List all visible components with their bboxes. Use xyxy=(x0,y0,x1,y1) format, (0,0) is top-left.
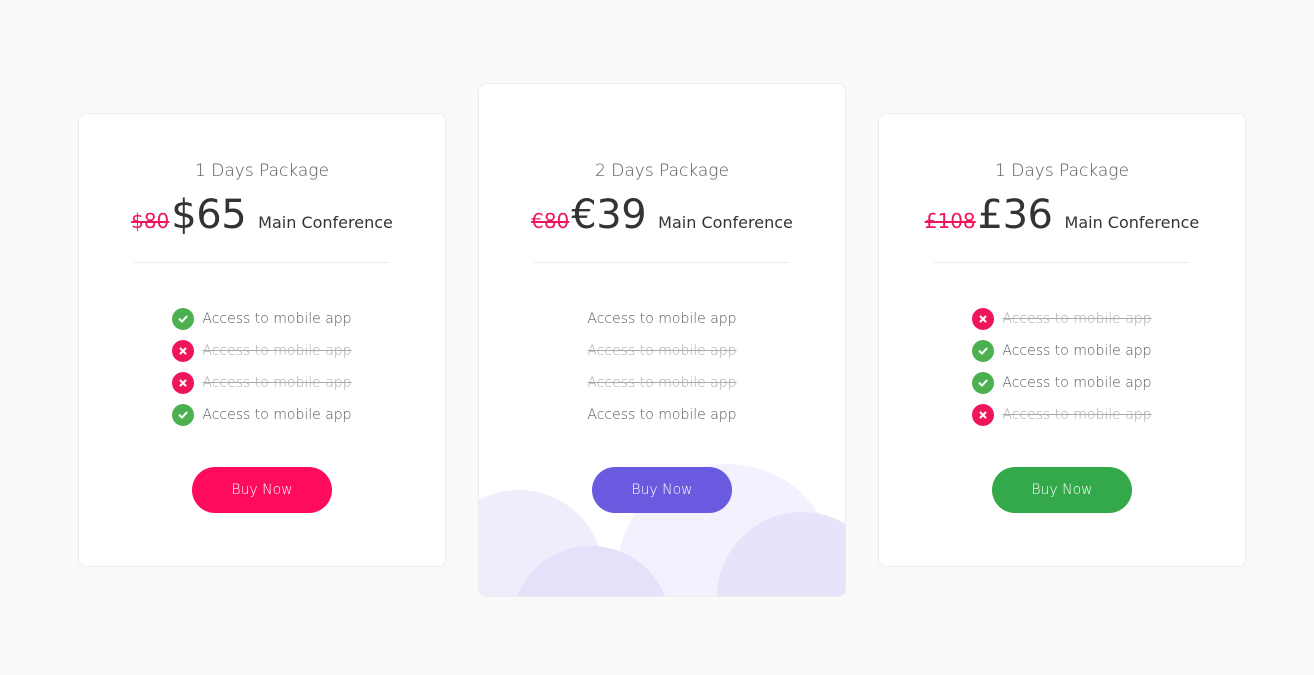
old-price: £108 xyxy=(924,209,976,233)
cross-icon xyxy=(172,372,195,394)
feature-item: Access to mobile app xyxy=(879,303,1245,335)
pricing-card-content: 1 Days Package £108 £36 Main Conference … xyxy=(879,114,1245,513)
feature-item: Access to mobile app xyxy=(79,335,445,367)
check-icon xyxy=(172,308,195,330)
feature-text: Access to mobile app xyxy=(1002,407,1152,423)
current-price: €39 xyxy=(571,192,647,238)
feature-text: Access to mobile app xyxy=(1002,311,1152,327)
price-label: Main Conference xyxy=(258,213,393,232)
divider xyxy=(934,262,1190,263)
feature-item: Access to mobile app xyxy=(79,367,445,399)
feature-text: Access to mobile app xyxy=(1002,343,1152,359)
feature-list: Access to mobile app Access to mobile ap… xyxy=(79,303,445,431)
feature-list: Access to mobile app Access to mobile ap… xyxy=(879,303,1245,431)
feature-item: Access to mobile app xyxy=(479,303,845,335)
package-title: 1 Days Package xyxy=(195,161,329,181)
feature-item: Access to mobile app xyxy=(879,367,1245,399)
feature-text: Access to mobile app xyxy=(587,311,737,327)
pricing-card-content: 1 Days Package $80 $65 Main Conference A… xyxy=(79,114,445,513)
buy-now-button[interactable]: Buy Now xyxy=(992,467,1132,513)
buy-now-button[interactable]: Buy Now xyxy=(592,467,732,513)
feature-item: Access to mobile app xyxy=(479,335,845,367)
old-price: $80 xyxy=(131,209,170,233)
feature-item: Access to mobile app xyxy=(879,335,1245,367)
current-price: $65 xyxy=(171,192,247,238)
price-row: £108 £36 Main Conference xyxy=(879,192,1245,240)
check-icon xyxy=(172,404,195,426)
feature-text: Access to mobile app xyxy=(202,407,352,423)
feature-text: Access to mobile app xyxy=(1002,375,1152,391)
price-label: Main Conference xyxy=(1064,213,1200,232)
divider xyxy=(534,262,790,263)
cross-icon xyxy=(172,340,195,362)
price-label: Main Conference xyxy=(658,213,793,232)
divider xyxy=(134,262,390,263)
feature-text: Access to mobile app xyxy=(202,375,352,391)
cross-icon xyxy=(972,404,995,426)
package-title: 1 Days Package xyxy=(995,161,1129,181)
feature-item: Access to mobile app xyxy=(79,303,445,335)
pricing-card-3: 1 Days Package £108 £36 Main Conference … xyxy=(878,113,1246,567)
check-icon xyxy=(972,340,995,362)
old-price: €80 xyxy=(531,209,570,233)
check-icon xyxy=(972,372,995,394)
feature-item: Access to mobile app xyxy=(79,399,445,431)
cross-icon xyxy=(972,308,995,330)
buy-now-button[interactable]: Buy Now xyxy=(192,467,332,513)
pricing-card-2: 2 Days Package €80 €39 Main Conference A… xyxy=(478,83,846,597)
price-row: €80 €39 Main Conference xyxy=(479,192,845,240)
feature-item: Access to mobile app xyxy=(879,399,1245,431)
feature-text: Access to mobile app xyxy=(202,311,352,327)
feature-text: Access to mobile app xyxy=(587,375,737,391)
feature-text: Access to mobile app xyxy=(587,343,737,359)
pricing-card-1: 1 Days Package $80 $65 Main Conference A… xyxy=(78,113,446,567)
feature-item: Access to mobile app xyxy=(479,367,845,399)
price-row: $80 $65 Main Conference xyxy=(79,192,445,240)
current-price: £36 xyxy=(977,192,1053,238)
feature-text: Access to mobile app xyxy=(587,407,737,423)
package-title: 2 Days Package xyxy=(595,161,729,181)
feature-item: Access to mobile app xyxy=(479,399,845,431)
feature-list: Access to mobile app Access to mobile ap… xyxy=(479,303,845,431)
pricing-card-content: 2 Days Package €80 €39 Main Conference A… xyxy=(479,84,845,513)
feature-text: Access to mobile app xyxy=(202,343,352,359)
